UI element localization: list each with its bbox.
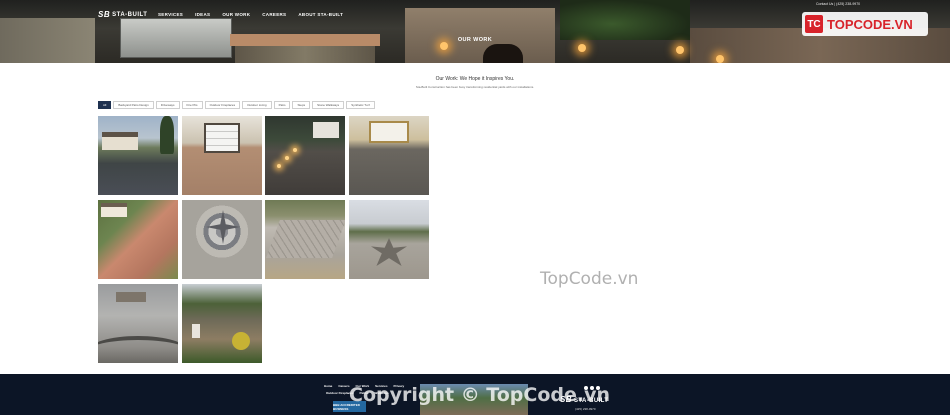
footer-phone[interactable]: (425) 238-9970 [575, 407, 596, 411]
light-glow [676, 46, 684, 54]
light-glow [578, 44, 586, 52]
nav-our-work[interactable]: OUR WORK [222, 12, 250, 17]
page-subheading: Sta-Built Construction has been busy tra… [415, 85, 535, 89]
light-glow [277, 164, 281, 168]
watermark-center: TopCode.vn [540, 269, 639, 289]
topcode-logo-icon: TC [805, 15, 823, 33]
fireplace-image [405, 8, 555, 63]
topcode-logo-text: TOPCODE.VN [827, 16, 913, 32]
house-shape [102, 132, 138, 150]
garage-door-shape [204, 123, 240, 153]
topcode-badge: TC TOPCODE.VN [802, 12, 928, 36]
gallery-item-compass-paver[interactable] [182, 200, 262, 279]
watermark-footer: Copyright © TopCode.vn [349, 384, 611, 406]
filter-patio[interactable]: Patio [273, 101, 291, 109]
nav-ideas[interactable]: IDEAS [195, 12, 210, 17]
filter-all[interactable]: All [98, 101, 112, 109]
garage-door-shape [369, 121, 409, 143]
light-glow [440, 42, 448, 50]
light-glow [285, 156, 289, 160]
page-heading: Our Work: We Hope it Inspires You. [435, 76, 515, 82]
filter-driveways[interactable]: Driveways [155, 101, 180, 109]
hero-title: OUR WORK [457, 37, 493, 43]
filter-fire-pits[interactable]: Fire Pits [181, 101, 203, 109]
filter-tabs: All Backyard Patio Design Driveways Fire… [98, 101, 375, 109]
footer-link-careers[interactable]: Careers [338, 384, 349, 388]
logo-mark: SB [98, 10, 111, 19]
project-gallery [98, 116, 430, 364]
gallery-item-garden-path[interactable] [182, 284, 262, 363]
gallery-item-lit-driveway[interactable] [265, 116, 345, 195]
main-nav: SERVICES IDEAS OUR WORK CAREERS ABOUT ST… [158, 12, 343, 17]
nav-about[interactable]: ABOUT STA-BUILT [298, 12, 343, 17]
garage-shape [313, 122, 339, 138]
logo-text: STA-BUILT [112, 11, 148, 18]
gallery-item-house-driveway[interactable] [98, 116, 178, 195]
filter-outdoor-fireplaces[interactable]: Outdoor Fireplaces [204, 101, 241, 109]
gallery-item-flower-paver[interactable] [349, 200, 429, 279]
gallery-item-brick-walkway[interactable] [98, 200, 178, 279]
trees-backdrop [560, 0, 690, 40]
contact-info[interactable]: Contact Us | (425) 238-9970 [816, 2, 860, 6]
light-glow [716, 55, 724, 63]
gallery-item-paver-curve[interactable] [98, 284, 178, 363]
nav-services[interactable]: SERVICES [158, 12, 183, 17]
filter-synthetic-turf[interactable]: Synthetic Turf [346, 101, 375, 109]
curve-border-shape [98, 336, 178, 363]
nav-careers[interactable]: CAREERS [262, 12, 286, 17]
path-shape [266, 220, 345, 258]
plant-shape [232, 332, 250, 350]
gallery-item-gold-garage[interactable] [349, 116, 429, 195]
gallery-item-stone-path[interactable] [265, 200, 345, 279]
filter-steps[interactable]: Steps [292, 101, 311, 109]
filter-stone-walkways[interactable]: Stone Walkways [312, 101, 345, 109]
fireplace-opening [483, 44, 523, 63]
footer-link-home[interactable]: Home [324, 384, 332, 388]
light-glow [293, 148, 297, 152]
compass-star-shape [206, 210, 240, 244]
counter-base [235, 46, 375, 63]
page: SB STA-BUILT SERVICES IDEAS OUR WORK CAR… [0, 0, 950, 415]
gallery-item-garage-paver[interactable] [182, 116, 262, 195]
planter-shape [192, 324, 200, 338]
tree-shape [160, 116, 174, 154]
filter-outdoor-living[interactable]: Outdoor Living [242, 101, 272, 109]
site-logo[interactable]: SB STA-BUILT [98, 10, 147, 19]
flower-paver-shape [371, 238, 407, 266]
bench-shape [116, 292, 146, 302]
house-shape [101, 203, 127, 217]
filter-backyard-patio[interactable]: Backyard Patio Design [113, 101, 154, 109]
